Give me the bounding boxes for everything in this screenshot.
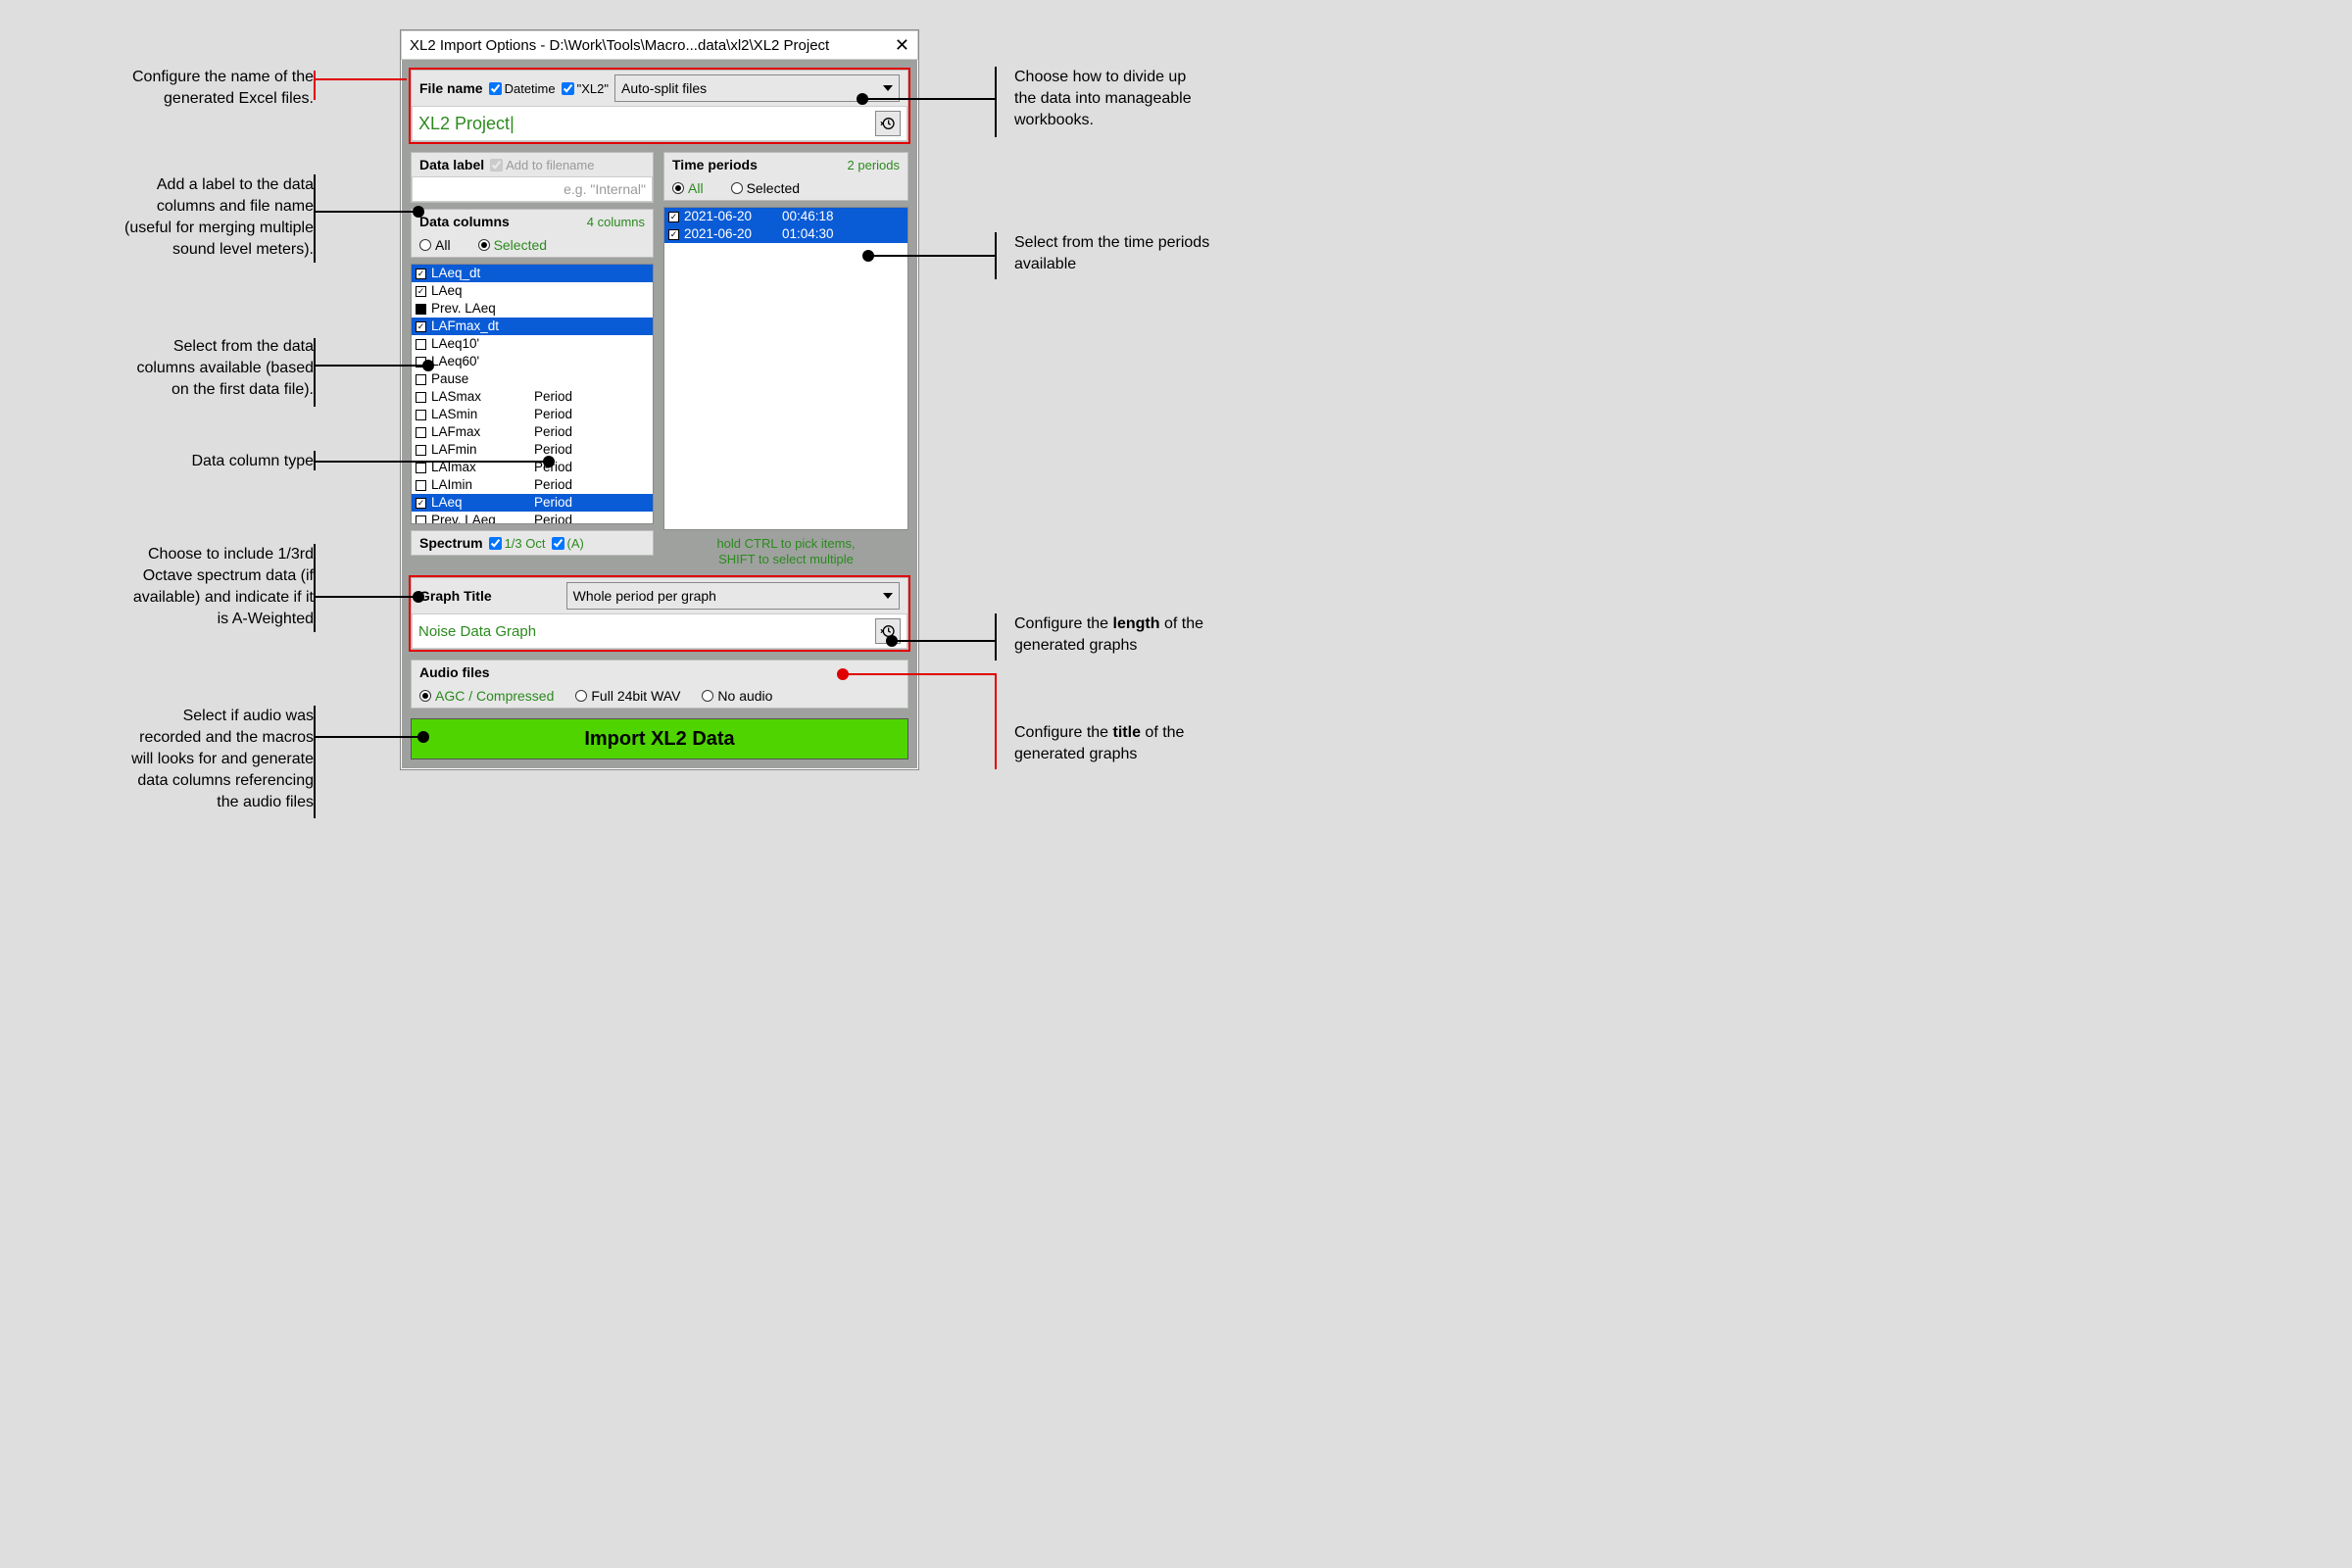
spectrum-panel: Spectrum 1/3 Oct (A) [411,530,654,556]
list-item[interactable]: LASminPeriod [412,406,653,423]
list-item[interactable]: ✓LAFmax_dt [412,318,653,335]
checkbox-oct[interactable]: 1/3 Oct [489,536,546,551]
leader-dot [543,456,555,467]
dialog-window: XL2 Import Options - D:\Work\Tools\Macro… [400,29,919,770]
window-title: XL2 Import Options - D:\Work\Tools\Macro… [410,37,829,54]
radio-audio-none[interactable]: No audio [702,688,772,704]
list-item[interactable]: LAFminPeriod [412,441,653,459]
data-columns-list[interactable]: ✓LAeq_dt✓LAeq✓Prev. LAeq✓LAFmax_dtLAeq10… [411,264,654,524]
leader-dot [417,731,429,743]
radio-audio-agc[interactable]: AGC / Compressed [419,688,554,704]
callout-datacols: Select from the data columns available (… [69,336,314,401]
periods-count: 2 periods [848,158,900,172]
leader [314,78,407,80]
leader [314,365,426,367]
leader-dot [857,93,868,105]
checkbox-add-to-filename[interactable]: Add to filename [490,158,594,172]
list-item[interactable]: Prev. LAeqPeriod [412,512,653,524]
titlebar: XL2 Import Options - D:\Work\Tools\Macro… [401,30,918,60]
list-item[interactable]: LAFmaxPeriod [412,423,653,441]
leader [314,461,547,463]
list-item[interactable]: LASmaxPeriod [412,388,653,406]
leader [314,338,316,407]
audio-label: Audio files [419,664,490,680]
radio-cols-all[interactable]: All [419,237,451,253]
leader [314,706,316,818]
leader [314,544,316,632]
callout-datalabel: Add a label to the data columns and file… [39,174,314,261]
list-item[interactable]: ✓LAeq [412,282,653,300]
leader [314,71,316,100]
radio-periods-selected[interactable]: Selected [731,180,800,196]
leader [314,596,416,598]
leader [843,673,995,675]
leader [314,174,316,263]
list-item[interactable]: ✓2021-06-2001:04:30 [664,225,907,243]
datalabel-label: Data label [419,157,484,172]
checkbox-aweight[interactable]: (A) [552,536,584,551]
callout-audio: Select if audio was recorded and the mac… [49,706,314,813]
graph-title-input[interactable]: Noise Data Graph [412,613,907,649]
leader [995,613,997,661]
spectrum-label: Spectrum [419,535,483,551]
list-item[interactable]: ✓Prev. LAeq [412,300,653,318]
list-item[interactable]: LAeq10' [412,335,653,353]
list-item[interactable]: ✓LAeq_dt [412,265,653,282]
filename-panel: File name Datetime "XL2" Auto-split file… [411,70,908,142]
datacols-label: Data columns [419,214,510,229]
leader [868,255,995,257]
graph-length-select[interactable]: Whole period per graph [566,582,900,610]
leader-dot [422,360,434,371]
datalabel-input[interactable]: e.g. "Internal" [412,176,653,202]
leader [862,98,995,100]
callout-graphlen: Configure the length of the generated gr… [1014,613,1289,657]
radio-cols-selected[interactable]: Selected [478,237,547,253]
audio-panel: Audio files AGC / Compressed Full 24bit … [411,660,908,709]
leader-dot [886,635,898,647]
list-item[interactable]: ✓LAeqPeriod [412,494,653,512]
radio-audio-wav[interactable]: Full 24bit WAV [575,688,680,704]
list-item[interactable]: LAeq60' [412,353,653,370]
leader-dot [862,250,874,262]
list-item[interactable]: ✓2021-06-2000:46:18 [664,208,907,225]
list-item[interactable]: LAIminPeriod [412,476,653,494]
leader-dot [413,591,424,603]
datalabel-panel: Data label Add to filename e.g. "Interna… [411,152,654,203]
middle-columns: Data label Add to filename e.g. "Interna… [411,152,908,567]
leader [892,640,995,642]
leader [314,736,421,738]
leader [995,232,997,279]
ctrl-shift-hint: hold CTRL to pick items, SHIFT to select… [663,536,908,567]
leader [314,451,316,470]
filename-label: File name [419,80,483,96]
callout-filename: Configure the name of the generated Exce… [39,67,314,110]
callout-coltype: Data column type [98,451,314,472]
leader [995,67,997,137]
leader-dot [837,668,849,680]
history-icon[interactable] [875,111,901,136]
callout-autosplit: Choose how to divide up the data into ma… [1014,67,1289,131]
leader [995,673,997,769]
datacols-header: Data columns 4 columns All Selected [411,209,654,258]
datacols-count: 4 columns [587,215,645,229]
periods-header: Time periods 2 periods All Selected [663,152,908,201]
leader [314,211,416,213]
close-icon[interactable]: ✕ [895,35,909,56]
import-button[interactable]: Import XL2 Data [411,718,908,760]
checkbox-datetime[interactable]: Datetime [489,81,556,96]
callout-graphtitle: Configure the title of the generated gra… [1014,722,1289,765]
radio-periods-all[interactable]: All [672,180,704,196]
list-item[interactable]: Pause [412,370,653,388]
leader-dot [413,206,424,218]
filename-input[interactable]: XL2 Project [412,106,907,141]
callout-spectrum: Choose to include 1/3rd Octave spectrum … [59,544,314,630]
periods-label: Time periods [672,157,758,172]
callout-periods: Select from the time periods available [1014,232,1289,275]
graph-panel: Graph Title Whole period per graph Noise… [411,577,908,650]
graph-title-label: Graph Title [419,588,492,604]
checkbox-xl2[interactable]: "XL2" [562,81,609,96]
